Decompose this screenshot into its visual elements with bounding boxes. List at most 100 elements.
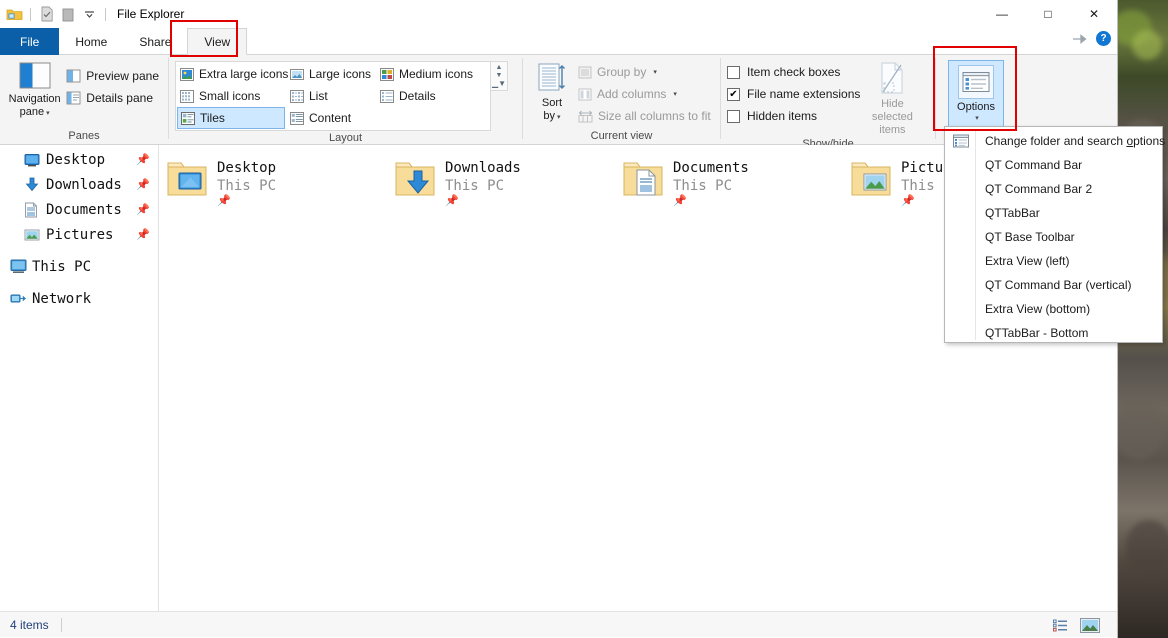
item-check-boxes-row[interactable]: Item check boxes <box>727 61 860 83</box>
add-columns-label: Add columns <box>597 87 667 101</box>
help-icon[interactable]: ? <box>1096 31 1111 46</box>
gallery-label: Details <box>399 89 436 103</box>
group-label-panes: Panes <box>68 130 100 142</box>
gallery-label: List <box>309 89 328 103</box>
quick-access-toolbar[interactable] <box>0 5 110 23</box>
menu-item-qt-command-bar-2[interactable]: QT Command Bar 2 <box>945 177 1162 201</box>
details-view-button[interactable] <box>1049 616 1071 634</box>
ribbon-group-current-view: Sort by ▾ Group by ▾ Add columns ▾ Size … <box>523 55 720 145</box>
sidebar-item-desktop[interactable]: Desktop 📌 <box>0 147 158 172</box>
navigation-pane-button[interactable]: Navigation pane ▾ <box>6 59 63 120</box>
maximize-button[interactable]: □ <box>1025 0 1071 28</box>
menu-item-change-folder-and-search-options[interactable]: Change folder and search options <box>945 129 1166 153</box>
tab-home[interactable]: Home <box>59 28 123 55</box>
group-label-current-view: Current view <box>590 130 653 142</box>
options-dropdown-arrow[interactable]: ▾ <box>975 114 979 122</box>
customize-qat-chevron-icon[interactable] <box>80 5 98 23</box>
window-title: File Explorer <box>117 7 185 21</box>
gallery-label: Large icons <box>309 67 372 81</box>
window-controls[interactable]: — □ ✕ <box>979 0 1117 28</box>
tab-file[interactable]: File <box>0 28 60 55</box>
gallery-item-details[interactable]: Details <box>377 85 489 107</box>
gallery-item-medium-icons[interactable]: Medium icons <box>377 63 489 85</box>
gallery-item-extra-large-icons[interactable]: Extra large icons <box>177 63 288 85</box>
details-pane-button[interactable]: Details pane <box>63 87 162 109</box>
tile-desktop[interactable]: Desktop This PC 📌 <box>159 153 387 209</box>
ribbon-group-show-hide: Item check boxes ✔ File name extensions … <box>721 55 935 150</box>
menu-item-qttabbar[interactable]: QTTabBar <box>945 201 1162 225</box>
hide-selected-items-button[interactable]: Hide selected items <box>860 61 924 137</box>
sidebar-item-pictures[interactable]: Pictures 📌 <box>0 222 158 247</box>
ribbon-group-panes: Navigation pane ▾ Preview pane Details p… <box>0 55 168 145</box>
tile-documents[interactable]: Documents This PC 📌 <box>615 153 843 209</box>
new-folder-icon[interactable] <box>59 5 77 23</box>
gallery-item-list[interactable]: List <box>287 85 375 107</box>
folder-options-icon <box>951 132 971 150</box>
menu-item-qt-base-toolbar[interactable]: QT Base Toolbar <box>945 225 1162 249</box>
tile-name: Downloads <box>445 160 521 176</box>
folder-pictures-icon <box>849 157 893 201</box>
menu-item-qttabbar-bottom[interactable]: QTTabBar - Bottom <box>945 321 1162 345</box>
menu-item-qt-command-bar[interactable]: QT Command Bar <box>945 153 1162 177</box>
tab-view[interactable]: View <box>187 28 248 55</box>
item-check-boxes-checkbox[interactable] <box>727 65 740 79</box>
gallery-label: Small icons <box>199 89 261 103</box>
minimize-button[interactable]: — <box>979 0 1025 28</box>
navigation-pane-label-line1: Navigation <box>8 93 61 105</box>
gallery-item-content[interactable]: Content <box>287 107 375 129</box>
gallery-item-tiles[interactable]: Tiles <box>177 107 285 129</box>
expand-gallery-icon[interactable]: ▁▼ <box>492 80 506 88</box>
sidebar-item-network[interactable]: Network <box>0 286 158 311</box>
pin-icon[interactable]: 📌 <box>136 228 150 241</box>
options-dropdown-menu[interactable]: Change folder and search options QT Comm… <box>944 126 1166 345</box>
scroll-up-icon[interactable]: ▲ <box>496 64 503 72</box>
file-name-extensions-row[interactable]: ✔ File name extensions <box>727 83 860 105</box>
collapse-ribbon-icon[interactable] <box>1072 33 1088 45</box>
navigation-pane: Desktop 📌 Downloads 📌 Documents 📌 Pictur… <box>0 145 159 611</box>
close-button[interactable]: ✕ <box>1071 0 1117 28</box>
item-check-boxes-label: Item check boxes <box>747 65 841 79</box>
options-button[interactable]: Options ▾ <box>948 60 1004 134</box>
gallery-item-small-icons[interactable]: Small icons <box>177 85 285 107</box>
sidebar-item-this-pc[interactable]: This PC <box>0 254 158 279</box>
pin-icon[interactable]: 📌 <box>136 153 150 166</box>
gallery-item-large-icons[interactable]: Large icons <box>287 63 375 85</box>
options-button-label: Options <box>957 101 995 113</box>
sort-by-button[interactable]: Sort by ▾ <box>529 59 575 124</box>
large-icons-view-button[interactable] <box>1079 616 1101 634</box>
menu-item-label: Change folder and search options <box>985 134 1166 148</box>
preview-pane-button[interactable]: Preview pane <box>63 65 162 87</box>
view-toggle-buttons[interactable] <box>1049 616 1101 634</box>
add-columns-button[interactable]: Add columns ▾ <box>575 83 714 105</box>
documents-icon <box>24 202 42 218</box>
menu-item-extra-view-bottom[interactable]: Extra View (bottom) <box>945 297 1162 321</box>
menu-item-qt-command-bar-vertical[interactable]: QT Command Bar (vertical) <box>945 273 1162 297</box>
properties-icon[interactable] <box>38 5 56 23</box>
tab-share[interactable]: Share <box>123 28 187 55</box>
file-name-extensions-checkbox[interactable]: ✔ <box>727 87 740 101</box>
group-by-button[interactable]: Group by ▾ <box>575 61 714 83</box>
details-pane-label: Details pane <box>86 91 153 105</box>
gallery-scroll-buttons[interactable]: ▲ ▼ ▁▼ <box>491 61 508 91</box>
sidebar-item-label: Downloads <box>46 176 122 193</box>
tile-text: Downloads This PC 📌 <box>445 157 521 207</box>
preview-pane-icon <box>66 69 81 83</box>
ribbon-tab-strip: File Home Share View ? <box>0 28 1117 55</box>
hidden-items-checkbox[interactable] <box>727 109 740 123</box>
hidden-items-row[interactable]: Hidden items <box>727 105 860 127</box>
tile-downloads[interactable]: Downloads This PC 📌 <box>387 153 615 209</box>
pin-icon[interactable]: 📌 <box>136 203 150 216</box>
pin-icon: 📌 <box>445 195 459 207</box>
tile-name: Desktop <box>217 160 277 176</box>
folder-icon[interactable] <box>5 5 23 23</box>
size-all-columns-button[interactable]: Size all columns to fit <box>575 105 714 127</box>
pin-icon: 📌 <box>673 195 687 207</box>
menu-item-extra-view-left[interactable]: Extra View (left) <box>945 249 1162 273</box>
sidebar-item-downloads[interactable]: Downloads 📌 <box>0 172 158 197</box>
layout-gallery[interactable]: Extra large icons Large icons Medium ico… <box>175 61 491 131</box>
network-icon <box>10 291 28 306</box>
qat-separator-2 <box>105 7 106 21</box>
sidebar-item-documents[interactable]: Documents 📌 <box>0 197 158 222</box>
pin-icon[interactable]: 📌 <box>136 178 150 191</box>
list-icon <box>290 89 304 103</box>
